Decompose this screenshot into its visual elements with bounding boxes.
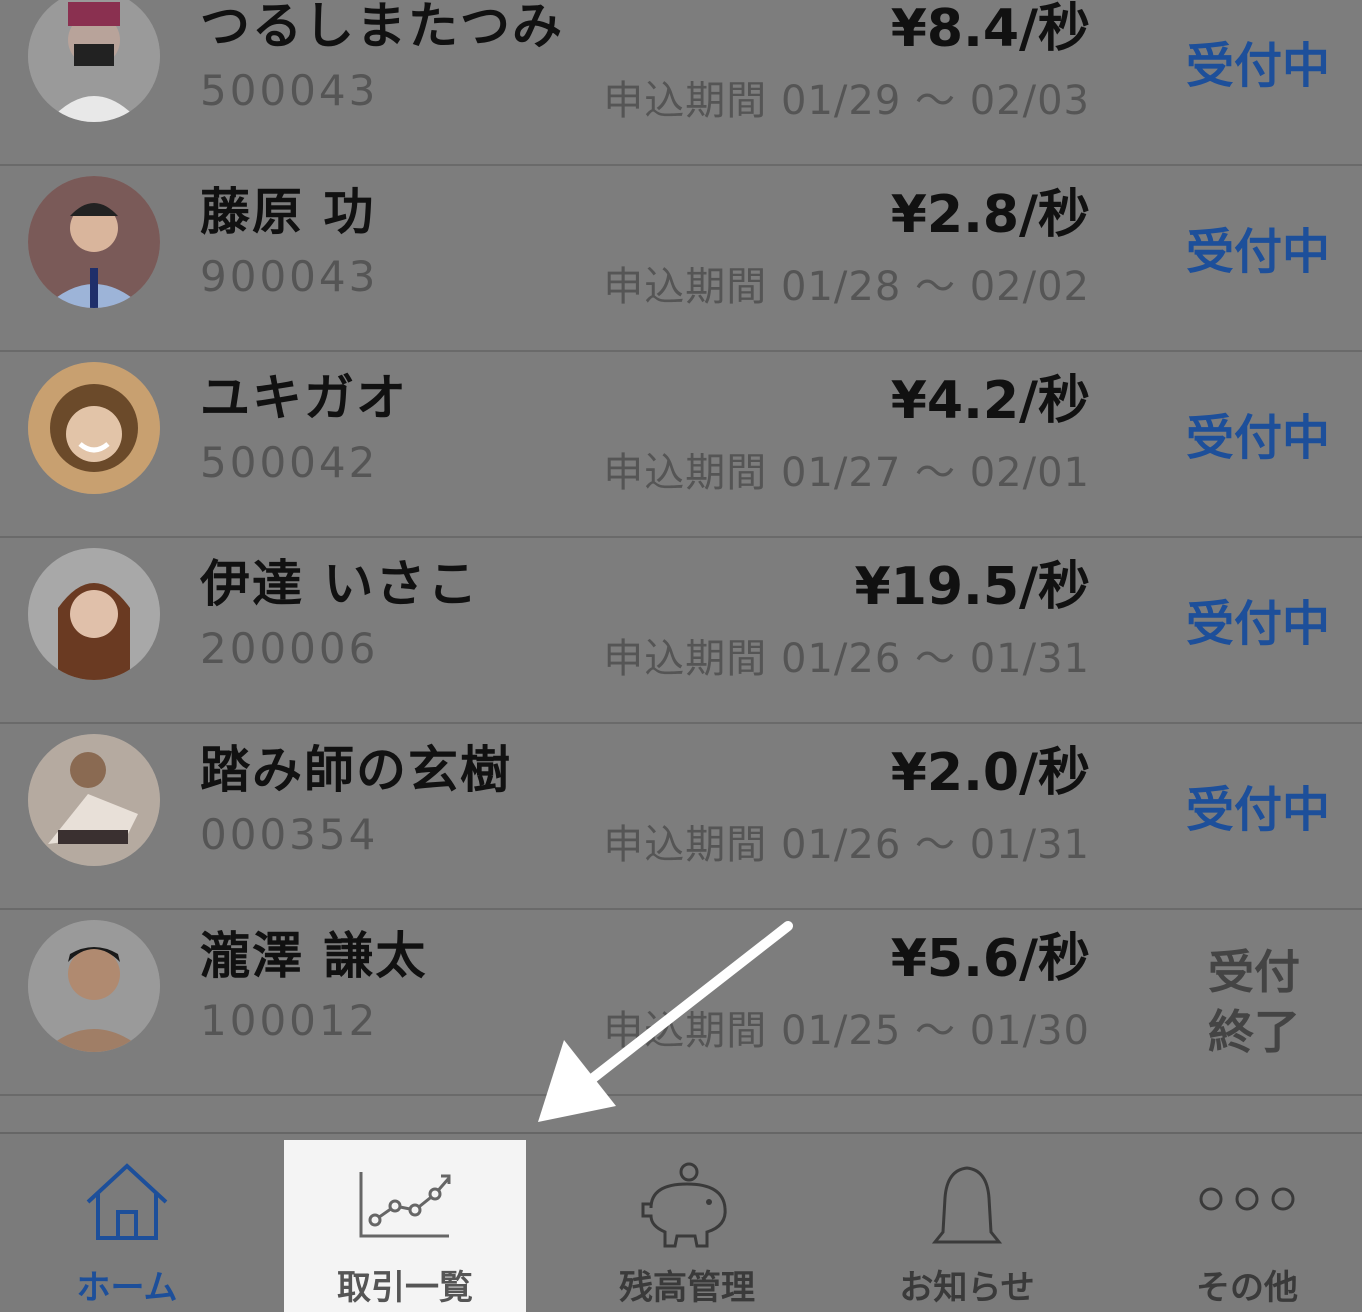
home-icon bbox=[86, 1163, 168, 1240]
avatar bbox=[28, 548, 160, 680]
status-badge: 受付中 bbox=[1186, 38, 1331, 94]
rate: ¥2.0/秒 bbox=[890, 743, 1090, 803]
list-item[interactable]: 踏み師の玄樹 000354 ¥2.0/秒 申込期間 01/26 ～ 01/31 … bbox=[0, 724, 1362, 910]
list-item[interactable]: ユキガオ 500042 ¥4.2/秒 申込期間 01/27 ～ 02/01 受付… bbox=[0, 352, 1362, 538]
more-icon bbox=[1199, 1187, 1295, 1211]
creator-name: ユキガオ bbox=[200, 369, 408, 427]
rate: ¥2.8/秒 bbox=[890, 185, 1090, 245]
list-item[interactable]: 瀧澤 謙太 100012 ¥5.6/秒 申込期間 01/25 ～ 01/30 受… bbox=[0, 910, 1362, 1096]
rate: ¥4.2/秒 bbox=[890, 371, 1090, 431]
line-chart-icon bbox=[359, 1172, 451, 1238]
avatar bbox=[28, 920, 160, 1052]
status-badge: 受付終了 bbox=[1208, 945, 1300, 1059]
list-item[interactable]: 伊達 いさこ 200006 ¥19.5/秒 申込期間 01/26 ～ 01/31… bbox=[0, 538, 1362, 724]
status-badge: 受付中 bbox=[1186, 410, 1331, 466]
bell-icon bbox=[931, 1166, 1003, 1244]
creator-code: 200006 bbox=[200, 624, 379, 673]
tab-trades[interactable]: 取引一覧 bbox=[284, 1140, 526, 1312]
list-item[interactable]: つるしまたつみ 500043 ¥8.4/秒 申込期間 01/29 ～ 02/03… bbox=[0, 0, 1362, 166]
creator-code: 100012 bbox=[200, 996, 379, 1045]
application-period: 申込期間 01/26 ～ 01/31 bbox=[603, 822, 1090, 868]
application-period: 申込期間 01/27 ～ 02/01 bbox=[603, 450, 1090, 496]
rate: ¥19.5/秒 bbox=[854, 557, 1090, 617]
tab-label: お知らせ bbox=[899, 1268, 1035, 1308]
status-badge: 受付中 bbox=[1186, 782, 1331, 838]
tab-label: その他 bbox=[1196, 1268, 1298, 1308]
list-item[interactable]: 藤原 功 900043 ¥2.8/秒 申込期間 01/28 ～ 02/02 受付… bbox=[0, 166, 1362, 352]
rate: ¥8.4/秒 bbox=[890, 0, 1090, 59]
creator-name: つるしまたつみ bbox=[200, 0, 564, 55]
tab-other[interactable]: その他 bbox=[1122, 1134, 1362, 1312]
tab-balance[interactable]: 残高管理 bbox=[562, 1134, 812, 1312]
avatar bbox=[28, 734, 160, 866]
application-period: 申込期間 01/28 ～ 02/02 bbox=[603, 264, 1090, 310]
status-badge: 受付中 bbox=[1186, 224, 1331, 280]
tab-label: 残高管理 bbox=[619, 1268, 755, 1308]
tab-label: 取引一覧 bbox=[337, 1268, 473, 1308]
tab-label: ホーム bbox=[76, 1268, 178, 1308]
tab-bar: ホーム 取引一覧 残高管理 お知らせ その他 bbox=[0, 1132, 1362, 1312]
application-period: 申込期間 01/29 ～ 02/03 bbox=[603, 78, 1090, 124]
creator-name: 瀧澤 謙太 bbox=[200, 927, 428, 985]
creator-name: 伊達 いさこ bbox=[200, 555, 480, 613]
avatar bbox=[28, 176, 160, 308]
rate: ¥5.6/秒 bbox=[890, 929, 1090, 989]
creator-code: 500043 bbox=[200, 66, 379, 115]
tab-notices[interactable]: お知らせ bbox=[842, 1134, 1092, 1312]
avatar bbox=[28, 0, 160, 122]
piggy-bank-icon bbox=[641, 1162, 727, 1248]
application-period: 申込期間 01/25 ～ 01/30 bbox=[603, 1008, 1090, 1054]
creator-name: 藤原 功 bbox=[200, 183, 376, 241]
status-badge: 受付中 bbox=[1186, 596, 1331, 652]
creator-code: 500042 bbox=[200, 438, 379, 487]
avatar bbox=[28, 362, 160, 494]
creator-name: 踏み師の玄樹 bbox=[200, 741, 512, 799]
tab-home[interactable]: ホーム bbox=[2, 1134, 252, 1312]
creator-code: 900043 bbox=[200, 252, 379, 301]
creator-code: 000354 bbox=[200, 810, 379, 859]
application-period: 申込期間 01/26 ～ 01/31 bbox=[603, 636, 1090, 682]
